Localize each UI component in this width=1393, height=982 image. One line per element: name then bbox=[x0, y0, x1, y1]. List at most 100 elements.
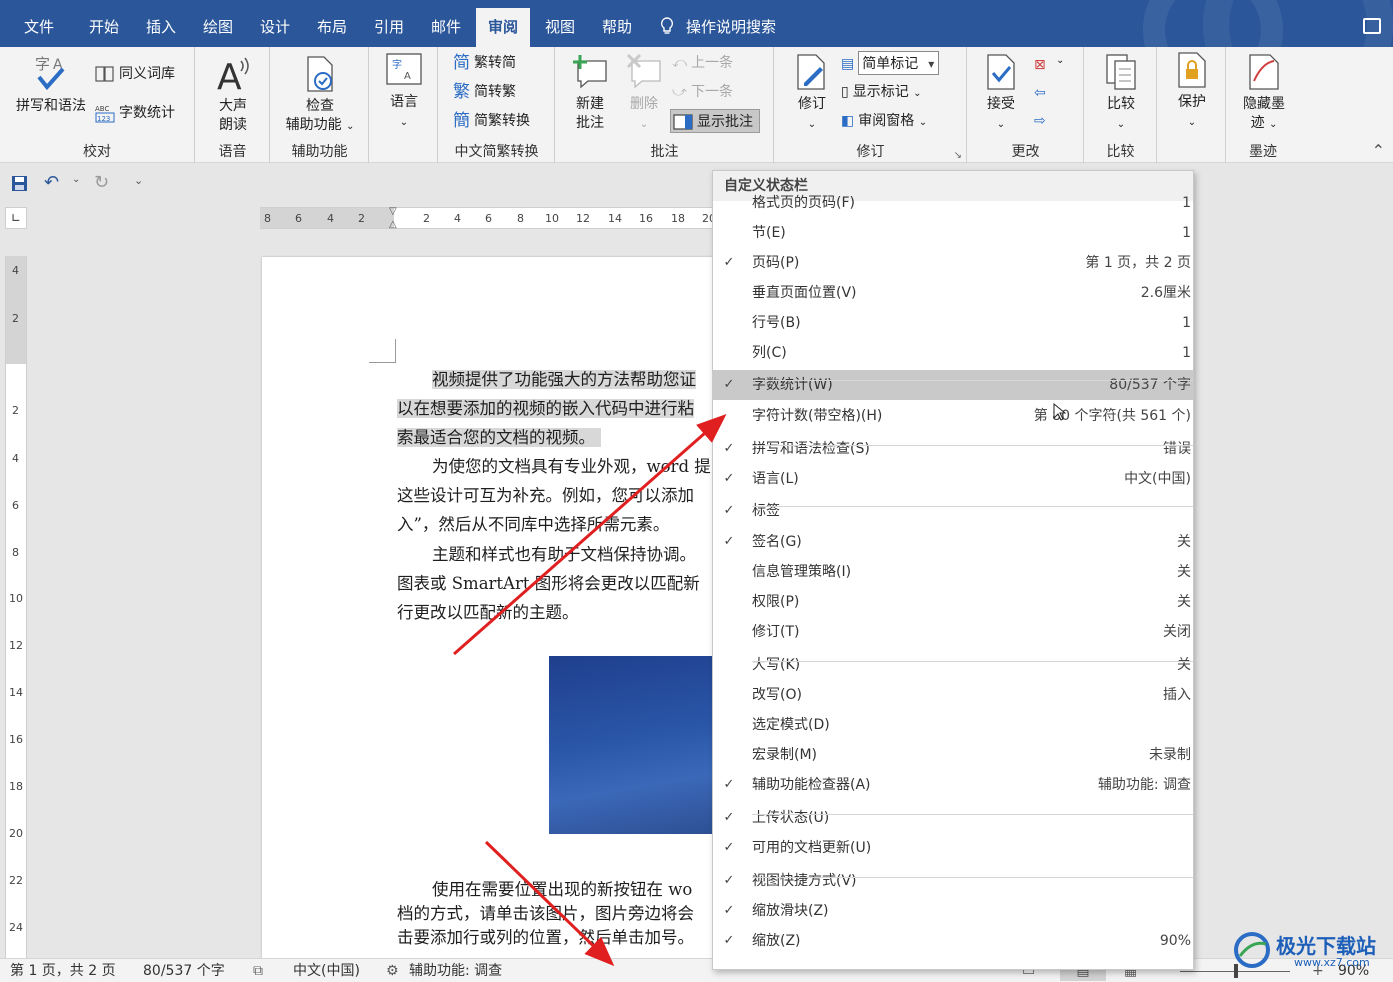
reviewing-pane-label: 审阅窗格 bbox=[858, 113, 915, 129]
document-paragraph-1[interactable]: 视频提供了功能强大的方法帮助您证 以在想要添加的视频的嵌入代码中进行粘 索最适合… bbox=[397, 365, 696, 452]
compare-button[interactable]: 比较 ⌄ bbox=[1097, 53, 1145, 134]
menu-item[interactable]: 列(C) 1 bbox=[713, 338, 1193, 368]
delete-comment-button[interactable]: 删除 ⌄ bbox=[618, 53, 670, 134]
ruler-tick-label: 22 bbox=[9, 874, 23, 887]
tab-references[interactable]: 引用 bbox=[362, 8, 416, 47]
tab-insert[interactable]: 插入 bbox=[134, 8, 188, 47]
menu-separator bbox=[752, 877, 1193, 878]
menu-item[interactable]: 改写(O) 插入 bbox=[713, 680, 1193, 710]
horizontal-ruler[interactable]: 8 6 4 2 2 4 6 8 10 12 14 16 18 20 ▽ △ bbox=[260, 206, 716, 230]
chinese-conversion-button[interactable]: 簡简繁转换 bbox=[453, 109, 530, 133]
menu-item[interactable]: 大写(K) 关 bbox=[713, 650, 1193, 680]
reviewing-pane-button[interactable]: ◧ 审阅窗格 ⌄ bbox=[841, 109, 927, 133]
chevron-down-icon: ⌄ bbox=[346, 121, 355, 132]
document-paragraph-3[interactable]: 主题和样式也有助于文档保持协调。 图表或 SmartArt 图形将会更改以匹配新… bbox=[397, 540, 700, 627]
menu-item[interactable]: ✓ 缩放滑块(Z) bbox=[713, 896, 1193, 926]
menu-item[interactable]: 修订(T) 关闭 bbox=[713, 617, 1193, 647]
document-image[interactable] bbox=[549, 656, 729, 834]
previous-comment-button[interactable]: ⤺ 上一条 bbox=[672, 51, 733, 75]
menu-item[interactable]: 选定模式(D) bbox=[713, 710, 1193, 740]
ruler-tick-label: 2 bbox=[423, 212, 430, 225]
status-language[interactable]: 中文(中国) bbox=[293, 961, 360, 981]
accept-button[interactable]: 接受 ⌄ bbox=[978, 53, 1024, 134]
lock-icon bbox=[1178, 52, 1206, 88]
undo-icon[interactable]: ↶ bbox=[44, 172, 59, 193]
word-count-button[interactable]: ABC 123 字数统计 bbox=[95, 101, 175, 125]
next-change-icon[interactable]: ⇨ bbox=[1034, 113, 1046, 129]
tab-layout[interactable]: 布局 bbox=[305, 8, 359, 47]
vertical-ruler[interactable]: 4 2 2 4 6 8 10 12 14 16 18 20 22 24 bbox=[5, 256, 27, 958]
svg-text:ABC: ABC bbox=[95, 105, 109, 113]
spelling-grammar-button[interactable]: 字 A 拼写和语法 bbox=[10, 53, 92, 116]
document-paragraph-4[interactable]: 使用在需要位置出现的新按钮在 wo 档的方式，请单击该图片，图片旁边将会 击要添… bbox=[397, 878, 694, 950]
hanging-indent-marker-icon[interactable]: △ bbox=[389, 219, 397, 230]
document-page[interactable]: 视频提供了功能强大的方法帮助您证 以在想要添加的视频的嵌入代码中进行粘 索最适合… bbox=[262, 257, 729, 958]
tab-design[interactable]: 设计 bbox=[248, 8, 302, 47]
status-page-number[interactable]: 第 1 页，共 2 页 bbox=[10, 961, 116, 981]
dialog-launcher-icon[interactable]: ↘ bbox=[954, 150, 962, 161]
tab-home[interactable]: 开始 bbox=[77, 8, 131, 47]
tab-selector[interactable]: ∟ bbox=[5, 207, 27, 229]
menu-item[interactable]: ✓ 签名(G) 关 bbox=[713, 527, 1193, 557]
menu-item[interactable]: ✓ 可用的文档更新(U) bbox=[713, 833, 1193, 863]
save-icon[interactable] bbox=[11, 175, 28, 192]
menu-item[interactable]: 节(E) 1 bbox=[713, 218, 1193, 248]
chevron-down-icon: ⌄ bbox=[1116, 119, 1126, 130]
menu-item[interactable]: 行号(B) 1 bbox=[713, 308, 1193, 338]
traditional-to-simplified-button[interactable]: 简繁转简 bbox=[453, 51, 516, 75]
previous-change-icon[interactable]: ⇦ bbox=[1034, 85, 1046, 101]
menu-item[interactable]: 格式页的页码(F) 1 bbox=[713, 188, 1193, 218]
tab-mailings[interactable]: 邮件 bbox=[419, 8, 473, 47]
markup-select-value: 简单标记 bbox=[862, 56, 919, 72]
tab-review[interactable]: 审阅 bbox=[476, 8, 531, 47]
group-protect: 保护 ⌄ bbox=[1158, 47, 1226, 163]
comments-icon[interactable] bbox=[1363, 18, 1381, 34]
proofing-errors-icon[interactable]: ⧉ bbox=[253, 961, 263, 981]
menu-item[interactable]: ✓ 标签 bbox=[713, 496, 1193, 526]
tab-draw[interactable]: 绘图 bbox=[191, 8, 245, 47]
menu-item[interactable]: ✓ 拼写和语法检查(S) 错误 bbox=[713, 434, 1193, 464]
show-markup-button[interactable]: ▯ 显示标记 ⌄ bbox=[841, 80, 922, 104]
customize-qat-icon[interactable]: ⌄ bbox=[134, 174, 143, 187]
menu-item[interactable]: 权限(P) 关 bbox=[713, 587, 1193, 617]
status-accessibility[interactable]: 辅助功能: 调查 bbox=[409, 961, 502, 981]
menu-item[interactable]: ✓ 视图快捷方式(V) bbox=[713, 866, 1193, 896]
thesaurus-button[interactable]: 同义词库 bbox=[95, 62, 175, 86]
status-word-count[interactable]: 80/537 个字 bbox=[143, 961, 225, 981]
menu-item[interactable]: 宏录制(M) 未录制 bbox=[713, 740, 1193, 770]
track-changes-button[interactable]: 修订 ⌄ bbox=[789, 53, 835, 134]
language-button[interactable]: 字 A 语言 ⌄ bbox=[380, 51, 428, 132]
chevron-down-icon[interactable]: ⌄ bbox=[1056, 55, 1064, 66]
simplified-to-traditional-button[interactable]: 繁简转繁 bbox=[453, 80, 516, 104]
chevron-down-icon[interactable]: ⌄ bbox=[72, 174, 80, 185]
tab-file[interactable]: 文件 bbox=[12, 8, 66, 47]
tab-view[interactable]: 视图 bbox=[533, 8, 587, 47]
reject-icon[interactable]: ⊠ bbox=[1034, 57, 1046, 73]
menu-item[interactable]: ✓ 上传状态(U) bbox=[713, 803, 1193, 833]
menu-item-label: 大写(K) bbox=[752, 657, 801, 673]
new-comment-button[interactable]: 新建 批注 bbox=[562, 53, 618, 133]
document-paragraph-2[interactable]: 为使您的文档具有专业外观，word 提 这些设计可互为补充。例如，您可以添加 入… bbox=[397, 452, 711, 539]
menu-item[interactable]: 字符计数(带空格)(H) 第 80 个字符(共 561 个) bbox=[713, 401, 1193, 431]
tab-help[interactable]: 帮助 bbox=[590, 8, 644, 47]
collapse-ribbon-icon[interactable]: ⌃ bbox=[1372, 141, 1385, 160]
next-comment-button[interactable]: ⤻ 下一条 bbox=[672, 80, 733, 104]
hide-ink-button[interactable]: 隐藏墨 迹 ⌄ bbox=[1231, 53, 1297, 134]
protect-button[interactable]: 保护 ⌄ bbox=[1168, 51, 1216, 132]
menu-item[interactable]: ✓ 页码(P) 第 1 页，共 2 页 bbox=[713, 248, 1193, 278]
menu-item[interactable]: ✓ 语言(L) 中文(中国) bbox=[713, 464, 1193, 494]
menu-item[interactable]: ✓ 字数统计(W) 80/537 个字 bbox=[713, 370, 1193, 400]
tell-me-search[interactable]: 操作说明搜索 bbox=[660, 8, 776, 47]
markup-select[interactable]: ▤ 简单标记 bbox=[841, 51, 940, 76]
menu-item[interactable]: ✓ 辅助功能检查器(A) 辅助功能: 调查 bbox=[713, 770, 1193, 800]
menu-item[interactable]: ✓ 缩放(Z) 90% bbox=[713, 926, 1193, 956]
menu-item[interactable]: 垂直页面位置(V) 2.6厘米 bbox=[713, 278, 1193, 308]
accessibility-status-icon[interactable]: ⚙ bbox=[386, 961, 399, 981]
menu-item[interactable]: 信息管理策略(I) 关 bbox=[713, 557, 1193, 587]
read-aloud-button[interactable]: A 大声 朗读 bbox=[206, 55, 260, 135]
show-comments-button[interactable]: 显示批注 bbox=[670, 109, 760, 133]
first-line-indent-marker-icon[interactable]: ▽ bbox=[389, 206, 397, 217]
check-accessibility-button[interactable]: 检查 辅助功能 ⌄ bbox=[275, 55, 365, 136]
redo-icon[interactable]: ↻ bbox=[94, 172, 109, 193]
chevron-down-icon: ⌄ bbox=[1269, 119, 1278, 130]
